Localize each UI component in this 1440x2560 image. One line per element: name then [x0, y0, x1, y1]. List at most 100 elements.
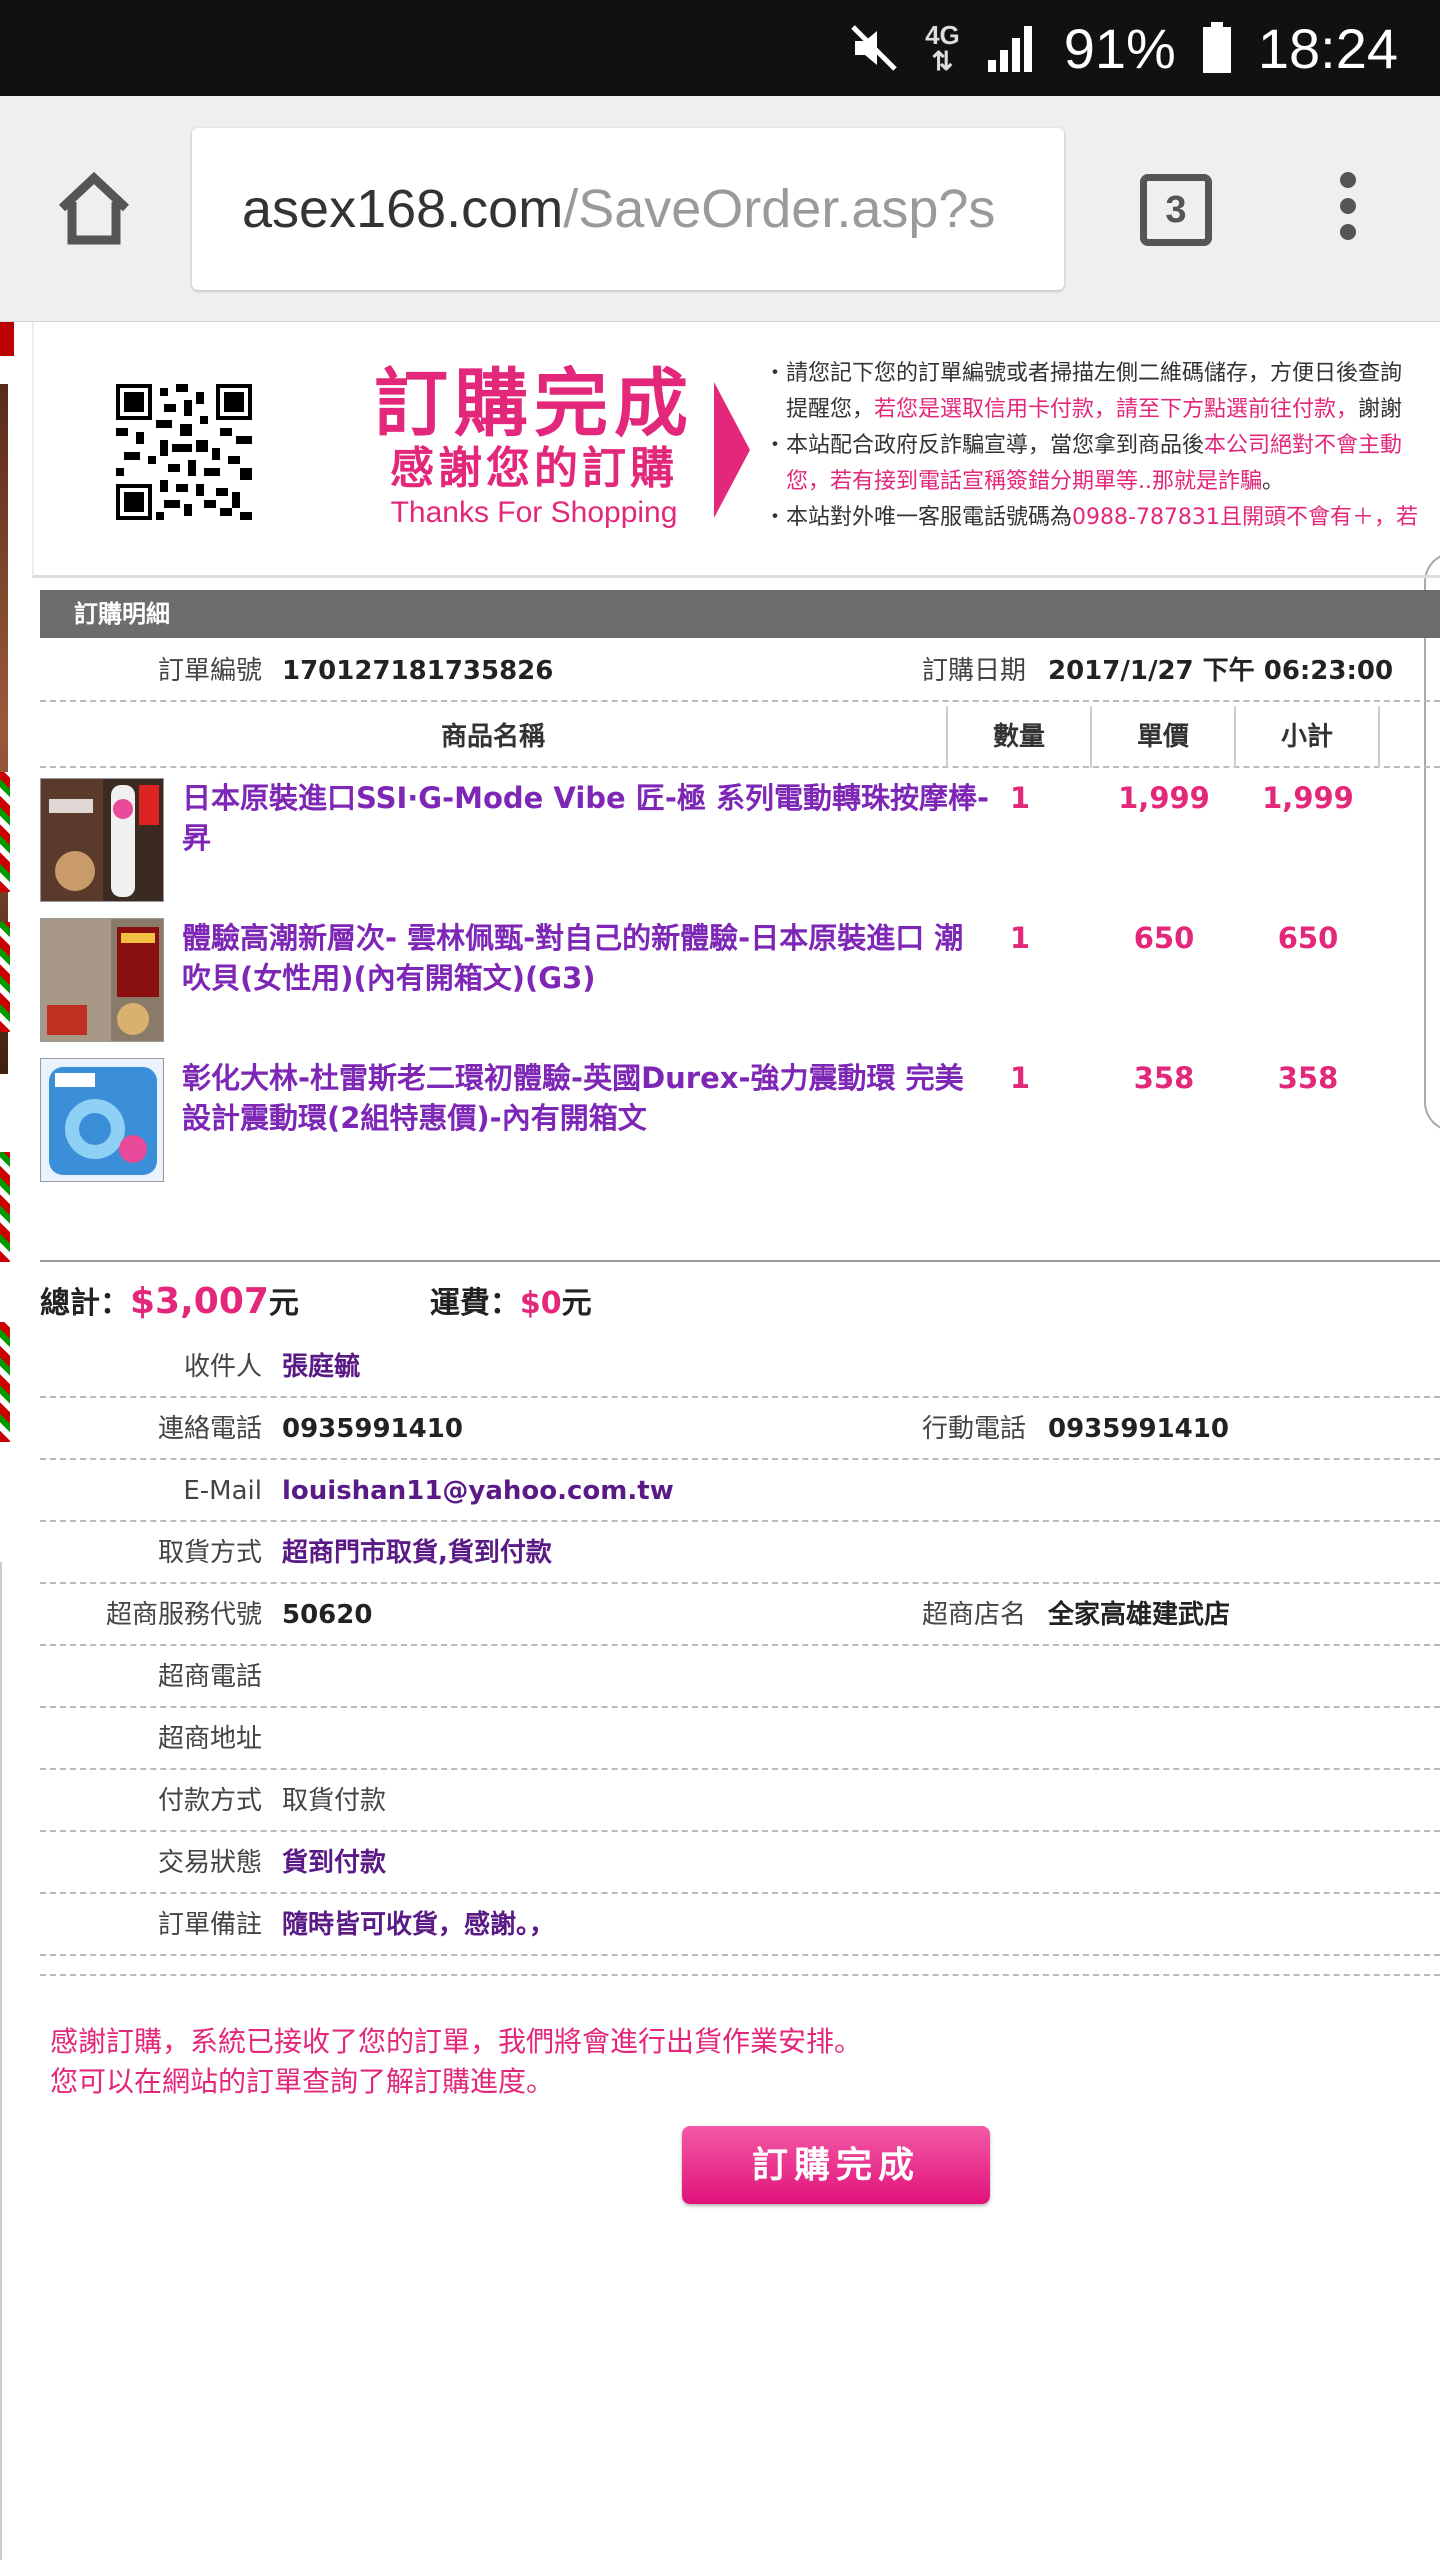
shipping-unit: 元	[561, 1286, 592, 1321]
notice-line: 提醒您，若您是選取信用卡付款，請至下方點選前往付款，謝謝	[764, 397, 1403, 422]
order-complete-banner: 訂購完成 感謝您的訂購 Thanks For Shopping ・請您記下您的訂…	[32, 322, 1440, 578]
notice-line: ・請您記下您的訂單編號或者掃描左側二維碼儲存，方便日後查詢	[764, 361, 1403, 386]
order-info-row: 訂單編號 170127181735826 訂購日期 2017/1/27 下午 0…	[40, 640, 1440, 702]
store-row: 超商服務代號 50620 超商店名 全家高雄建武店	[40, 1584, 1440, 1646]
table-row: 彰化大林-杜雷斯老二環初體驗-英國Durex-強力震動環 完美設計震動環(2組特…	[40, 1058, 1440, 1198]
shipping-label: 運費：	[429, 1286, 520, 1321]
banner-title-main: 訂購完成	[374, 361, 694, 447]
recipient-name: 張庭毓	[282, 1352, 361, 1382]
pickup-value: 超商門市取貨,貨到付款	[282, 1538, 552, 1568]
url-bar[interactable]: asex168.com/SaveOrder.asp?s	[192, 128, 1064, 290]
notice-line: ・本站配合政府反詐騙宣導，當您拿到商品後本公司絕對不會主動	[764, 433, 1403, 458]
table-row: 體驗高潮新層次- 雲林佩甄-對自己的新體驗-日本原裝進口 潮吹貝(女性用)(內有…	[40, 918, 1440, 1058]
divider	[40, 1956, 1440, 1976]
url-path: /SaveOrder.asp?s	[563, 179, 996, 239]
payment-row: 付款方式 取貨付款	[40, 1770, 1440, 1832]
store-address-label: 超商地址	[157, 1724, 262, 1754]
qr-code-icon	[116, 384, 252, 520]
total-amount: $3,007	[130, 1281, 269, 1322]
thanks-line: 感謝訂購，系統已接收了您的訂單，我們將會進行出貨作業安排。	[50, 2025, 863, 2058]
banner-title-en: Thanks For Shopping	[390, 496, 678, 529]
home-icon[interactable]	[52, 166, 136, 250]
thanks-line: 您可以在網站的訂單查詢了解訂購進度。	[50, 2065, 555, 2098]
recipient-row: 收件人 張庭毓	[40, 1336, 1440, 1398]
order-totals: 總計：$3,007元 運費：$0元	[40, 1270, 1040, 1334]
email-row: E-Mail louishan11@yahoo.com.tw	[40, 1460, 1440, 1522]
phone-value: 0935991410	[282, 1414, 463, 1444]
banner-arrow-icon	[714, 382, 750, 518]
store-name-value: 全家高雄建武店	[1048, 1600, 1231, 1630]
pickup-row: 取貨方式 超商門市取貨,貨到付款	[40, 1522, 1440, 1584]
item-qty: 1	[1009, 781, 1031, 815]
overflow-menu-icon[interactable]	[1334, 172, 1362, 252]
status-value: 貨到付款	[282, 1848, 387, 1878]
payment-value: 取貨付款	[282, 1786, 387, 1816]
status-bar: 4G ⇅ 91% 18:24	[0, 0, 1440, 96]
url-host: asex168.com	[242, 179, 564, 239]
email-value: louishan11@yahoo.com.tw	[282, 1476, 674, 1506]
items-table-header: 商品名稱 數量 單價 小計	[40, 706, 1440, 768]
payment-label: 付款方式	[157, 1786, 262, 1816]
shipping-amount: $0	[519, 1286, 562, 1321]
item-price: 650	[1133, 921, 1195, 955]
mobile-label: 行動電話	[921, 1414, 1026, 1444]
item-qty: 1	[1009, 921, 1031, 955]
total-label: 總計：	[40, 1286, 130, 1321]
battery-icon	[1202, 22, 1232, 74]
left-edge-decoration	[0, 322, 14, 2560]
pickup-label: 取貨方式	[157, 1538, 262, 1568]
store-address-row: 超商地址	[40, 1708, 1440, 1770]
tabs-icon[interactable]: 3	[1140, 174, 1212, 246]
battery-percent: 91%	[1063, 16, 1176, 80]
store-phone-label: 超商電話	[157, 1662, 262, 1692]
mobile-value: 0935991410	[1048, 1414, 1229, 1444]
order-date-label: 訂購日期	[921, 656, 1026, 686]
order-no-label: 訂單編號	[157, 656, 262, 686]
product-name-link[interactable]: 日本原裝進口SSI·G-Mode Vibe 匠-極 系列電動轉珠按摩棒- 昇	[182, 778, 992, 858]
product-thumbnail[interactable]	[40, 918, 164, 1042]
store-phone-row: 超商電話	[40, 1646, 1440, 1708]
product-name-link[interactable]: 體驗高潮新層次- 雲林佩甄-對自己的新體驗-日本原裝進口 潮吹貝(女性用)(內有…	[182, 918, 992, 998]
network-type: 4G ⇅	[925, 20, 960, 76]
store-code-label: 超商服務代號	[105, 1600, 262, 1630]
table-row: 日本原裝進口SSI·G-Mode Vibe 匠-極 系列電動轉珠按摩棒- 昇 1…	[40, 778, 1440, 918]
product-thumbnail[interactable]	[40, 1058, 164, 1182]
item-price: 1,999	[1118, 781, 1210, 815]
web-page: 訂購完成 感謝您的訂購 Thanks For Shopping ・請您記下您的訂…	[0, 322, 1440, 2560]
product-name-link[interactable]: 彰化大林-杜雷斯老二環初體驗-英國Durex-強力震動環 完美設計震動環(2組特…	[182, 1058, 992, 1138]
product-thumbnail[interactable]	[40, 778, 164, 902]
note-row: 訂單備註 隨時皆可收貨，感謝。，	[40, 1894, 1440, 1956]
recipient-label: 收件人	[183, 1352, 262, 1382]
signal-icon	[986, 22, 1038, 74]
order-complete-button[interactable]: 訂購完成	[682, 2126, 990, 2204]
email-label: E-Mail	[183, 1476, 262, 1506]
item-price: 358	[1133, 1061, 1195, 1095]
order-date: 2017/1/27 下午 06:23:00	[1048, 656, 1394, 686]
order-no: 170127181735826	[282, 656, 554, 686]
item-subtotal: 358	[1277, 1061, 1339, 1095]
clock: 18:24	[1257, 16, 1398, 80]
col-qty: 數量	[948, 706, 1092, 768]
notice-line: ・本站對外唯一客服電話號碼為0988-787831且開頭不會有＋，若	[764, 505, 1418, 530]
item-qty: 1	[1009, 1061, 1031, 1095]
phone-label: 連絡電話	[157, 1414, 262, 1444]
total-unit: 元	[268, 1286, 299, 1321]
col-price: 單價	[1092, 706, 1236, 768]
notice-text: ・請您記下您的訂單編號或者掃描左側二維碼儲存，方便日後查詢 提醒您，若您是選取信…	[764, 356, 1440, 536]
notice-line: 您，若有接到電話宣稱簽錯分期單等..那就是詐騙。	[764, 469, 1285, 494]
item-subtotal: 1,999	[1262, 781, 1354, 815]
store-name-label: 超商店名	[921, 1600, 1026, 1630]
thanks-message: 感謝訂購，系統已接收了您的訂單，我們將會進行出貨作業安排。 您可以在網站的訂單查…	[50, 2022, 862, 2102]
banner-title-sub: 感謝您的訂購	[390, 443, 678, 494]
col-subtotal: 小計	[1236, 706, 1380, 768]
note-label: 訂單備註	[157, 1910, 262, 1940]
phone-row: 連絡電話 0935991410 行動電話 0935991410	[40, 1398, 1440, 1460]
status-label: 交易狀態	[157, 1848, 262, 1878]
status-row: 交易狀態 貨到付款	[40, 1832, 1440, 1894]
browser-toolbar: asex168.com/SaveOrder.asp?s 3	[0, 96, 1440, 322]
col-name: 商品名稱	[40, 706, 948, 768]
store-code-value: 50620	[282, 1600, 373, 1630]
mute-icon	[849, 23, 899, 73]
order-detail-header: 訂購明細	[40, 590, 1440, 638]
note-value: 隨時皆可收貨，感謝。，	[282, 1910, 556, 1940]
